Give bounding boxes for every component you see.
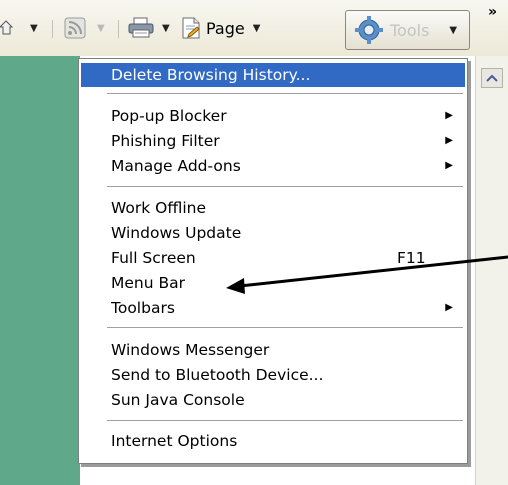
annotation-arrow xyxy=(226,255,508,294)
